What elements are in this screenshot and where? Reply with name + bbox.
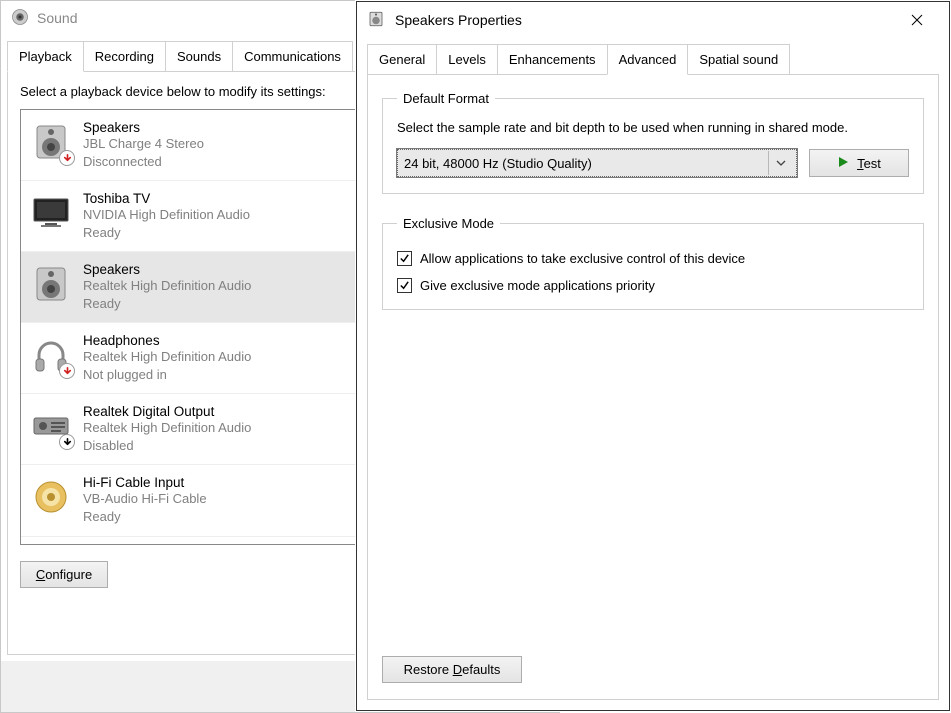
speaker-box-icon xyxy=(29,120,73,164)
device-name: Headphones xyxy=(83,333,251,348)
speakers-properties-window: Speakers Properties General Levels Enhan… xyxy=(356,1,950,711)
tv-icon xyxy=(29,191,73,235)
sound-title: Sound xyxy=(37,10,77,26)
device-state: Ready xyxy=(83,224,250,242)
tab-recording[interactable]: Recording xyxy=(83,41,166,72)
device-sub: Realtek High Definition Audio xyxy=(83,277,251,295)
device-name: Hi-Fi Cable Input xyxy=(83,475,207,490)
receiver-icon xyxy=(29,404,73,448)
device-sub: NVIDIA High Definition Audio xyxy=(83,206,250,224)
jack-icon xyxy=(29,475,73,519)
restore-defaults-button[interactable]: Restore Defaults xyxy=(382,656,522,683)
device-name: Speakers xyxy=(83,262,251,277)
props-title: Speakers Properties xyxy=(395,12,522,28)
tab-levels[interactable]: Levels xyxy=(436,44,498,75)
sample-rate-select[interactable]: 24 bit, 48000 Hz (Studio Quality) xyxy=(397,149,797,177)
exclusive-priority-checkbox[interactable] xyxy=(397,278,412,293)
device-sub: Realtek High Definition Audio xyxy=(83,348,251,366)
exclusive-priority-label: Give exclusive mode applications priorit… xyxy=(420,278,655,293)
props-tabs: General Levels Enhancements Advanced Spa… xyxy=(357,44,949,75)
default-format-legend: Default Format xyxy=(397,91,495,106)
tab-communications[interactable]: Communications xyxy=(232,41,353,72)
sample-rate-value: 24 bit, 48000 Hz (Studio Quality) xyxy=(404,156,592,171)
speaker-icon xyxy=(11,8,29,29)
tab-spatial-sound[interactable]: Spatial sound xyxy=(687,44,790,75)
allow-exclusive-checkbox[interactable] xyxy=(397,251,412,266)
configure-button[interactable]: Configure xyxy=(20,561,108,588)
play-icon xyxy=(837,156,849,171)
device-state: Not plugged in xyxy=(83,366,251,384)
default-format-desc: Select the sample rate and bit depth to … xyxy=(397,120,909,135)
tab-general[interactable]: General xyxy=(367,44,437,75)
test-button[interactable]: Test xyxy=(809,149,909,177)
device-name: Toshiba TV xyxy=(83,191,250,206)
headphones-icon xyxy=(29,333,73,377)
device-state: Ready xyxy=(83,295,251,313)
props-title-bar: Speakers Properties xyxy=(357,2,949,38)
default-format-group: Default Format Select the sample rate an… xyxy=(382,91,924,194)
device-sub: Realtek High Definition Audio xyxy=(83,419,251,437)
speaker-icon xyxy=(367,10,385,31)
exclusive-mode-group: Exclusive Mode Allow applications to tak… xyxy=(382,216,924,310)
device-name: Speakers xyxy=(83,120,204,135)
tab-advanced[interactable]: Advanced xyxy=(607,44,689,75)
device-sub: JBL Charge 4 Stereo xyxy=(83,135,204,153)
speaker-box-icon xyxy=(29,262,73,306)
props-body: Default Format Select the sample rate an… xyxy=(367,74,939,700)
device-state: Disabled xyxy=(83,437,251,455)
device-name: Realtek Digital Output xyxy=(83,404,251,419)
exclusive-mode-legend: Exclusive Mode xyxy=(397,216,500,231)
device-state: Ready xyxy=(83,508,207,526)
allow-exclusive-label: Allow applications to take exclusive con… xyxy=(420,251,745,266)
tab-sounds[interactable]: Sounds xyxy=(165,41,233,72)
device-state: Disconnected xyxy=(83,153,204,171)
chevron-down-icon xyxy=(768,151,792,175)
arrow-down-icon xyxy=(59,150,75,166)
tab-playback[interactable]: Playback xyxy=(7,41,84,72)
device-sub: VB-Audio Hi-Fi Cable xyxy=(83,490,207,508)
tab-enhancements[interactable]: Enhancements xyxy=(497,44,608,75)
close-button[interactable] xyxy=(895,6,939,34)
